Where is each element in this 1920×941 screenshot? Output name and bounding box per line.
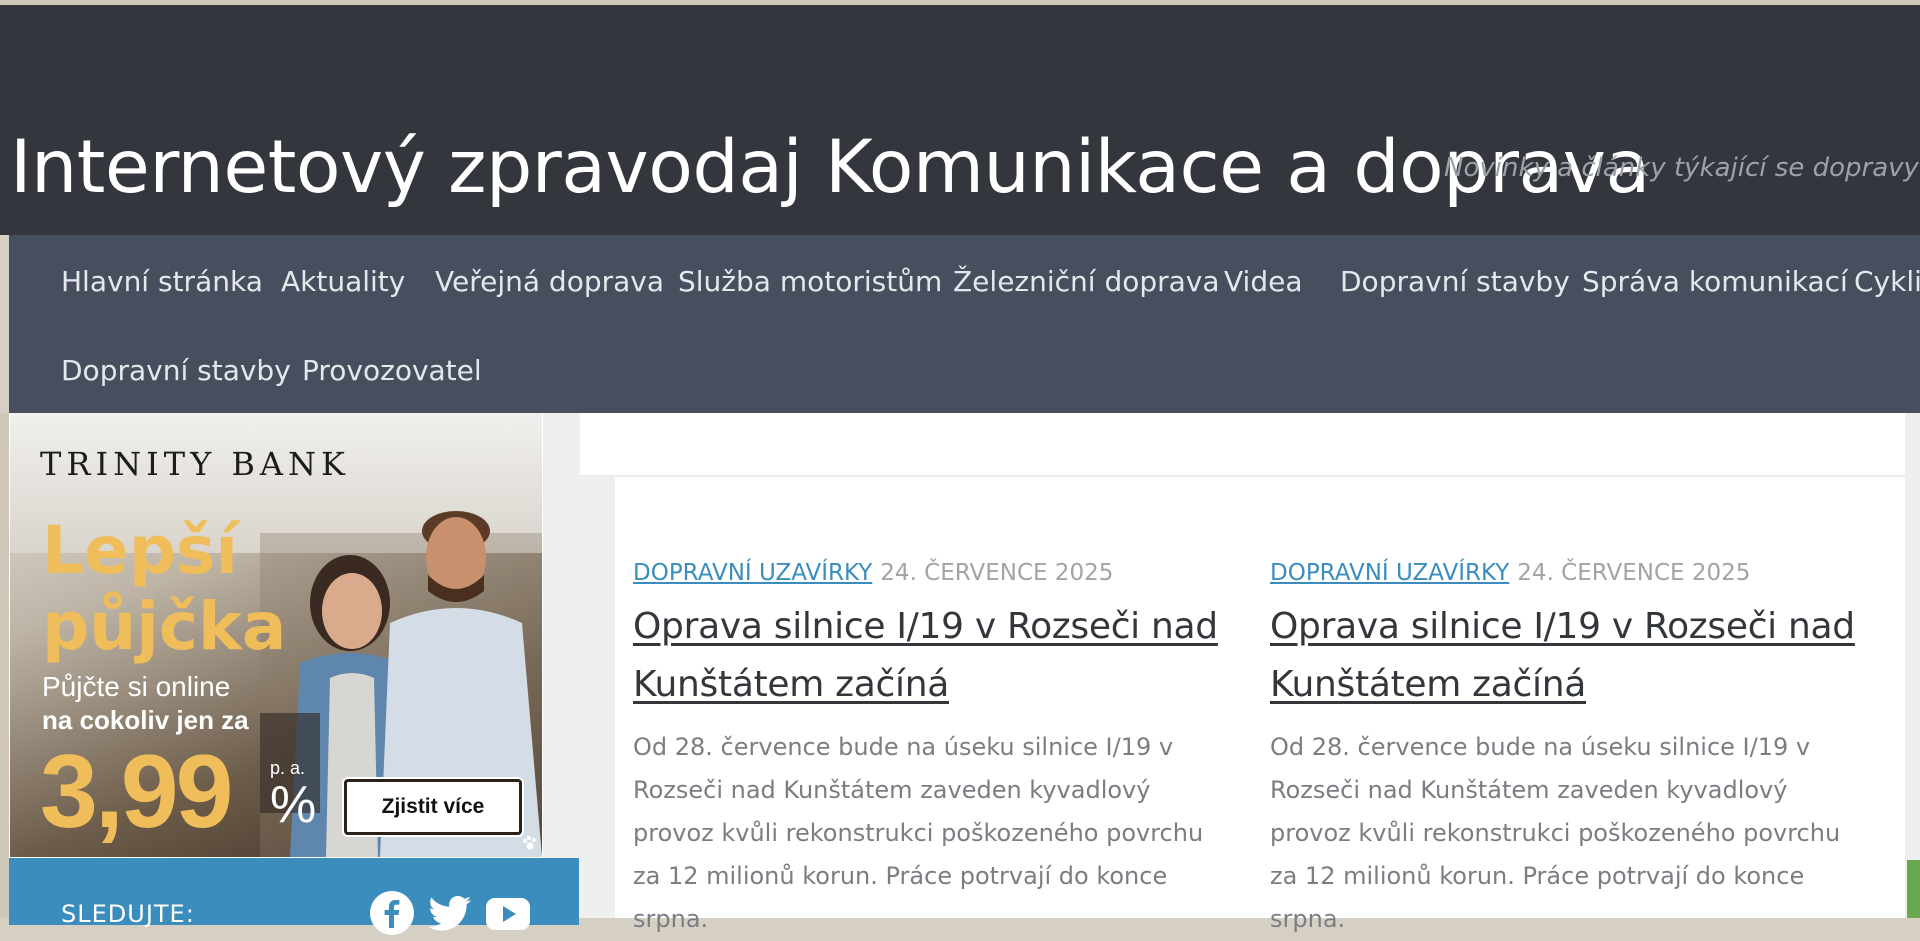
post-card: DOPRAVNÍ UZAVÍRKY 24. ČERVENCE 2025 Oprav…	[1270, 560, 1870, 941]
post-category-link[interactable]: DOPRAVNÍ UZAVÍRKY	[633, 560, 872, 586]
nav-item-provozovatel[interactable]: Provozovatel	[302, 354, 482, 387]
follow-label: SLEDUJTE:	[61, 900, 195, 928]
content-left-shade	[580, 477, 615, 918]
post-date: 24. ČERVENCE 2025	[880, 560, 1114, 586]
post-title-link[interactable]: Oprava silnice I/19 v Rozseči nad Kunštá…	[1270, 598, 1870, 714]
twitter-icon[interactable]	[427, 890, 473, 936]
nav-item-dopravni-stavby[interactable]: Dopravní stavby	[1340, 265, 1570, 298]
left-edge	[0, 413, 9, 918]
post-meta: DOPRAVNÍ UZAVÍRKY 24. ČERVENCE 2025	[1270, 560, 1870, 586]
post-date: 24. ČERVENCE 2025	[1517, 560, 1751, 586]
nav-item-sprava-komunikaci[interactable]: Správa komunikací	[1582, 265, 1848, 298]
ad-subline-bold: na cokoliv jen za	[42, 705, 249, 735]
post-card: DOPRAVNÍ UZAVÍRKY 24. ČERVENCE 2025 Oprav…	[633, 560, 1233, 941]
right-edge	[1905, 413, 1920, 918]
ad-subline: Půjčte si online	[42, 671, 231, 702]
scroll-marker	[1907, 860, 1920, 918]
ad-headline: Lepší půjčka	[42, 512, 287, 665]
follow-bar: SLEDUJTE:	[9, 858, 579, 935]
ad-rate-percent: %	[270, 776, 317, 834]
post-excerpt: Od 28. července bude na úseku silnice I/…	[633, 733, 1204, 933]
nav-item-videa[interactable]: Videa	[1224, 265, 1302, 298]
ad-banner[interactable]: TRINITY BANK Lepší půjčka Půjčte si onli…	[10, 413, 542, 857]
paw-icon	[523, 836, 536, 850]
facebook-icon[interactable]	[369, 890, 415, 936]
nav-item-dopravni-stavby-2[interactable]: Dopravní stavby	[61, 354, 291, 387]
nav-item-cyklis[interactable]: Cyklis	[1854, 265, 1920, 298]
nav-item-sluzba-motoristum[interactable]: Služba motoristům	[678, 265, 942, 298]
site-header: Internetový zpravodaj Komunikace a dopra…	[0, 5, 1920, 235]
content-top-bar	[580, 413, 1905, 477]
nav-item-aktuality[interactable]: Aktuality	[281, 265, 405, 298]
sidebar-gutter	[543, 413, 580, 918]
nav-item-verejna-doprava[interactable]: Veřejná doprava	[435, 265, 664, 298]
youtube-icon[interactable]	[485, 890, 531, 936]
ad-rate: 3,99	[40, 734, 233, 850]
ad-cta-button[interactable]: Zjistit více	[344, 779, 522, 835]
site-title[interactable]: Internetový zpravodaj Komunikace a dopra…	[10, 125, 1650, 210]
site-tagline: Novinky a články týkající se dopravy ČR	[1444, 153, 1920, 183]
post-title-link[interactable]: Oprava silnice I/19 v Rozseči nad Kunštá…	[633, 598, 1233, 714]
nav-item-hlavni-stranka[interactable]: Hlavní stránka	[61, 265, 263, 298]
ad-bank-logo: TRINITY BANK	[40, 445, 350, 483]
post-meta: DOPRAVNÍ UZAVÍRKY 24. ČERVENCE 2025	[633, 560, 1233, 586]
nav-item-zeleznicni-doprava[interactable]: Železniční doprava	[953, 265, 1220, 298]
post-excerpt: Od 28. července bude na úseku silnice I/…	[1270, 733, 1841, 933]
post-category-link[interactable]: DOPRAVNÍ UZAVÍRKY	[1270, 560, 1509, 586]
main-nav: Hlavní stránka Aktuality Veřejná doprava…	[9, 235, 1920, 413]
